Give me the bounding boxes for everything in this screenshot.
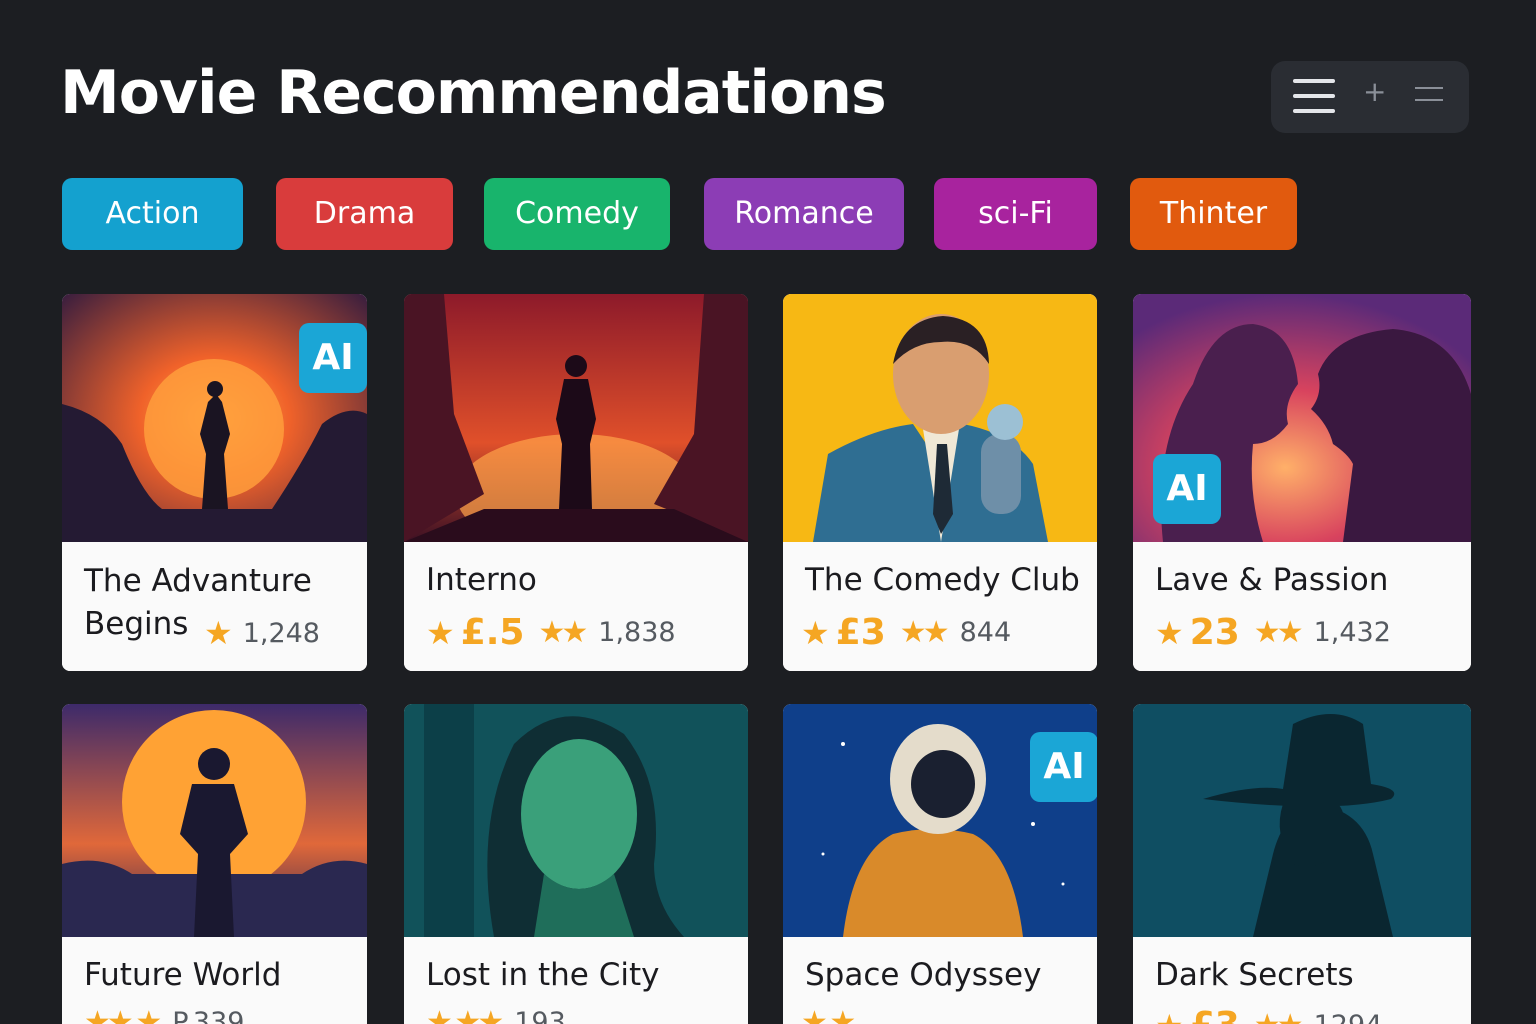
star-icon: ★ xyxy=(801,613,830,652)
genre-chip-comedy[interactable]: Comedy xyxy=(484,178,670,250)
ai-badge: AI xyxy=(299,323,367,393)
movie-title: Space Odyssey xyxy=(805,957,1042,993)
rating-count: 1,838 xyxy=(598,617,676,648)
movie-poster xyxy=(404,294,748,542)
plus-icon[interactable]: + xyxy=(1363,78,1386,106)
star-icon: ★ xyxy=(1155,1010,1184,1024)
movie-rating: ★ £.5 ★★ 1,838 xyxy=(426,612,676,653)
rating-score: 23 xyxy=(1189,612,1240,653)
movie-title: Lost in the City xyxy=(426,957,660,993)
genre-chip-romance[interactable]: Romance xyxy=(704,178,904,250)
rating-count: 1,248 xyxy=(242,617,320,649)
ai-badge: AI xyxy=(1153,454,1221,524)
movie-card[interactable]: AI Lave & Passion ★ 23 ★★ 1,432 xyxy=(1133,294,1471,671)
movie-rating: ★ ★ xyxy=(801,1005,866,1024)
movie-card[interactable]: The Comedy Club ★ £3 ★★ 844 xyxy=(783,294,1097,671)
rating-count: 844 xyxy=(959,617,1012,648)
movie-rating: ★ 23 ★★ 1,432 xyxy=(1155,612,1391,653)
movie-info: Interno ★ £.5 ★★ 1,838 xyxy=(404,542,748,671)
ai-badge: AI xyxy=(1030,732,1097,802)
rating-score: £.5 xyxy=(460,612,525,653)
movie-title: Lave & Passion xyxy=(1155,562,1389,598)
movie-card[interactable]: Interno ★ £.5 ★★ 1,838 xyxy=(404,294,748,671)
genre-chip-thriller[interactable]: Thinter xyxy=(1130,178,1297,250)
lines-icon[interactable] xyxy=(1415,85,1443,105)
movie-card[interactable]: AI Space Odyssey ★ ★ xyxy=(783,704,1097,1024)
stars-icon: ★★ ★ xyxy=(84,1005,162,1024)
movie-info: Lost in the City ★ ★★ 193 xyxy=(404,937,748,1024)
movie-poster xyxy=(783,294,1097,542)
movie-rating: ★ £3 ★★ 844 xyxy=(801,612,1011,653)
stars-icon: ★★ xyxy=(1253,615,1304,650)
movie-info: The Advanture Begins ★ 1,248 xyxy=(62,542,367,671)
movie-title: Interno xyxy=(426,562,537,598)
movie-rating: ★ 1,248 xyxy=(204,617,320,649)
genre-chip-action[interactable]: Action xyxy=(62,178,243,250)
stars-icon: ★★ xyxy=(538,615,588,650)
rating-count: P.339 xyxy=(172,1007,245,1024)
stars-icon: ★★ xyxy=(1254,1008,1304,1024)
movie-title: The Comedy Club xyxy=(805,562,1080,598)
movie-card[interactable]: Future World ★★ ★ P.339 xyxy=(62,704,367,1024)
movie-title: Dark Secrets xyxy=(1155,957,1354,993)
rating-count: 1294 xyxy=(1314,1010,1383,1024)
star-icon: ★ xyxy=(1155,613,1184,652)
rating-count: 1,432 xyxy=(1313,617,1391,648)
movie-card[interactable]: Dark Secrets ★ £3 ★★ 1294 xyxy=(1133,704,1471,1024)
rating-score: £3 xyxy=(1190,1005,1240,1024)
star-icon: ★ xyxy=(426,613,455,652)
stars-icon: ★ ★★ xyxy=(426,1005,504,1024)
genre-chip-scifi[interactable]: sci-Fi xyxy=(934,178,1097,250)
movie-poster xyxy=(404,704,748,937)
movie-card[interactable]: Lost in the City ★ ★★ 193 xyxy=(404,704,748,1024)
page-title: Movie Recommendations xyxy=(60,58,887,128)
movie-card[interactable]: AI The Advanture Begins ★ 1,248 xyxy=(62,294,367,671)
movie-rating: ★ £3 ★★ 1294 xyxy=(1155,1005,1382,1024)
star-icon: ★ xyxy=(204,614,233,652)
movie-info: Future World ★★ ★ P.339 xyxy=(62,937,367,1024)
movie-info: Dark Secrets ★ £3 ★★ 1294 xyxy=(1133,937,1471,1024)
rating-count: 193 xyxy=(514,1007,566,1024)
movie-rating: ★★ ★ P.339 xyxy=(84,1005,244,1024)
stars-icon: ★★ xyxy=(899,615,950,650)
stars-icon: ★ ★ xyxy=(801,1005,856,1024)
movie-poster xyxy=(62,704,367,937)
movie-info: Lave & Passion ★ 23 ★★ 1,432 xyxy=(1133,542,1471,671)
menu-icon[interactable] xyxy=(1293,77,1335,115)
movie-poster xyxy=(1133,704,1471,937)
movie-info: Space Odyssey ★ ★ xyxy=(783,937,1097,1024)
genre-chip-drama[interactable]: Drama xyxy=(276,178,453,250)
rating-score: £3 xyxy=(835,612,886,653)
movie-title: Future World xyxy=(84,957,282,993)
view-toolbar: + xyxy=(1271,61,1469,133)
movie-rating: ★ ★★ 193 xyxy=(426,1005,566,1024)
movie-info: The Comedy Club ★ £3 ★★ 844 xyxy=(783,542,1097,671)
